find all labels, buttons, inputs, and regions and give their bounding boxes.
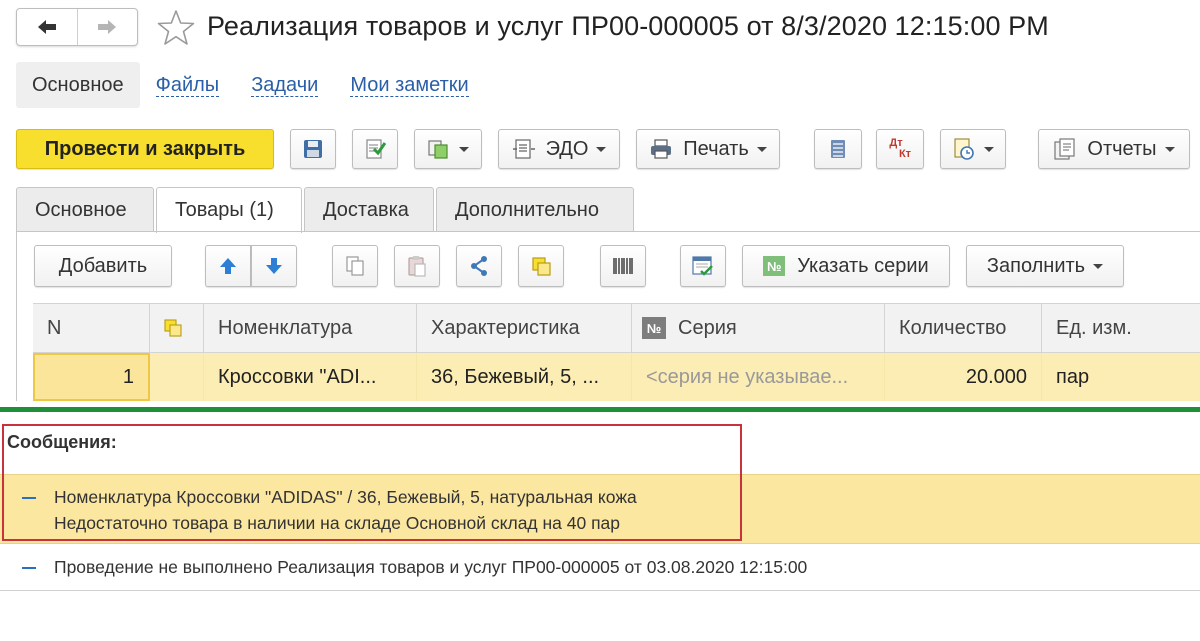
checklist-icon xyxy=(692,256,713,276)
series-column-label: Серия xyxy=(678,316,737,339)
row-number-cell[interactable]: 1 xyxy=(33,353,150,401)
register-list-icon xyxy=(831,140,845,158)
form-tab-main[interactable]: Основное xyxy=(16,62,140,108)
chevron-down-icon xyxy=(1164,146,1175,152)
copy-row-button[interactable] xyxy=(332,245,378,287)
edo-button[interactable]: ЭДО xyxy=(498,129,620,169)
row-picked-cell[interactable] xyxy=(150,353,204,401)
reports-button[interactable]: Отчеты xyxy=(1038,129,1190,169)
message-item[interactable]: Проведение не выполнено Реализация товар… xyxy=(54,557,807,578)
chevron-down-icon xyxy=(984,146,994,152)
move-up-button[interactable] xyxy=(205,245,251,287)
tab-goods[interactable]: Товары (1) xyxy=(156,187,302,233)
table-header: N Номенклатура Характеристика № Серия Ко… xyxy=(33,303,1200,353)
related-documents-button[interactable] xyxy=(940,129,1006,169)
row-unit-cell[interactable]: пар xyxy=(1042,353,1200,401)
page-title: Реализация товаров и услуг ПР00-000005 о… xyxy=(207,11,1049,41)
related-documents-icon xyxy=(954,138,974,160)
paste-clipboard-icon xyxy=(408,256,426,277)
form-tabs: Основное Файлы Задачи Мои заметки xyxy=(16,62,485,108)
barcode-icon xyxy=(613,258,633,274)
row-nomenclature-cell[interactable]: Кроссовки "ADI... xyxy=(204,353,417,401)
post-and-close-button[interactable]: Провести и закрыть xyxy=(16,129,274,169)
row-series-cell[interactable]: <серия не указывае... xyxy=(632,353,885,401)
create-based-on-icon xyxy=(428,140,448,159)
pick-items-button[interactable] xyxy=(518,245,564,287)
save-button[interactable] xyxy=(290,129,336,169)
messages-splitter[interactable] xyxy=(0,407,1200,412)
floppy-disk-icon xyxy=(304,140,322,158)
print-label: Печать xyxy=(683,137,749,160)
set-series-label: Указать серии xyxy=(797,254,929,277)
column-header-unit[interactable]: Ед. изм. xyxy=(1042,304,1200,352)
pick-items-icon xyxy=(532,257,551,276)
tab-panel-border xyxy=(16,231,1200,232)
form-tab-notes[interactable]: Мои заметки xyxy=(334,62,484,108)
forward-button[interactable] xyxy=(76,9,138,45)
column-header-nomenclature[interactable]: Номенклатура xyxy=(204,304,417,352)
document-tabs: Основное Товары (1) Доставка Дополнитель… xyxy=(16,187,636,233)
register-movements-button[interactable] xyxy=(814,129,862,169)
column-header-series[interactable]: № Серия xyxy=(632,304,885,352)
tab-additional[interactable]: Дополнительно xyxy=(436,187,634,232)
copy-icon xyxy=(346,256,364,276)
form-tab-tasks-label: Задачи xyxy=(251,73,319,97)
fill-button[interactable]: Заполнить xyxy=(966,245,1124,287)
chevron-down-icon xyxy=(459,146,469,152)
arrow-down-icon xyxy=(266,258,282,274)
reports-label: Отчеты xyxy=(1087,137,1157,160)
form-tab-files-label: Файлы xyxy=(155,73,220,97)
share-button[interactable] xyxy=(456,245,502,287)
dt-kt-button[interactable]: Дт Кт xyxy=(876,129,924,169)
move-down-button[interactable] xyxy=(251,245,297,287)
history-nav xyxy=(16,8,138,46)
edo-label: ЭДО xyxy=(545,137,589,160)
table-row[interactable]: 1 Кроссовки "ADI... 36, Бежевый, 5, ... … xyxy=(33,353,1200,401)
paste-row-button[interactable] xyxy=(394,245,440,287)
form-tab-tasks[interactable]: Задачи xyxy=(235,62,334,108)
picked-items-icon xyxy=(164,319,182,337)
highlight-frame xyxy=(2,424,742,541)
arrow-up-icon xyxy=(220,258,236,274)
messages-bottom-border xyxy=(0,590,1200,591)
tab-panel-left-border xyxy=(16,231,17,401)
chevron-down-icon xyxy=(1093,263,1104,269)
check-list-button[interactable] xyxy=(680,245,726,287)
message-dash-icon xyxy=(22,567,36,569)
edo-icon xyxy=(512,139,535,159)
set-series-button[interactable]: № Указать серии xyxy=(742,245,950,287)
fill-label: Заполнить xyxy=(986,254,1086,277)
post-document-icon xyxy=(366,139,386,159)
series-number-icon: № xyxy=(763,256,786,276)
barcode-button[interactable] xyxy=(600,245,646,287)
row-quantity-cell[interactable]: 20.000 xyxy=(885,353,1042,401)
column-header-quantity[interactable]: Количество xyxy=(885,304,1042,352)
dt-kt-icon-bottom: Кт xyxy=(898,148,912,160)
printer-icon xyxy=(651,139,672,159)
column-header-picked[interactable] xyxy=(150,304,204,352)
chevron-down-icon xyxy=(596,146,607,152)
favorite-star-icon[interactable] xyxy=(156,8,196,48)
reports-icon xyxy=(1054,138,1076,160)
goods-table: N Номенклатура Характеристика № Серия Ко… xyxy=(33,303,1200,401)
add-row-button[interactable]: Добавить xyxy=(34,245,172,287)
arrow-left-icon xyxy=(37,20,56,34)
chevron-down-icon xyxy=(756,146,767,152)
tab-main[interactable]: Основное xyxy=(16,187,154,232)
row-characteristic-cell[interactable]: 36, Бежевый, 5, ... xyxy=(417,353,632,401)
form-tab-notes-label: Мои заметки xyxy=(350,73,469,97)
print-button[interactable]: Печать xyxy=(636,129,780,169)
post-button[interactable] xyxy=(352,129,398,169)
column-header-characteristic[interactable]: Характеристика xyxy=(417,304,632,352)
arrow-right-icon xyxy=(98,20,117,34)
create-based-on-button[interactable] xyxy=(414,129,482,169)
series-column-icon: № xyxy=(642,317,666,339)
column-header-n[interactable]: N xyxy=(33,304,150,352)
back-button[interactable] xyxy=(17,9,77,45)
share-icon xyxy=(471,256,487,276)
form-tab-files[interactable]: Файлы xyxy=(140,62,236,108)
tab-delivery[interactable]: Доставка xyxy=(304,187,434,232)
